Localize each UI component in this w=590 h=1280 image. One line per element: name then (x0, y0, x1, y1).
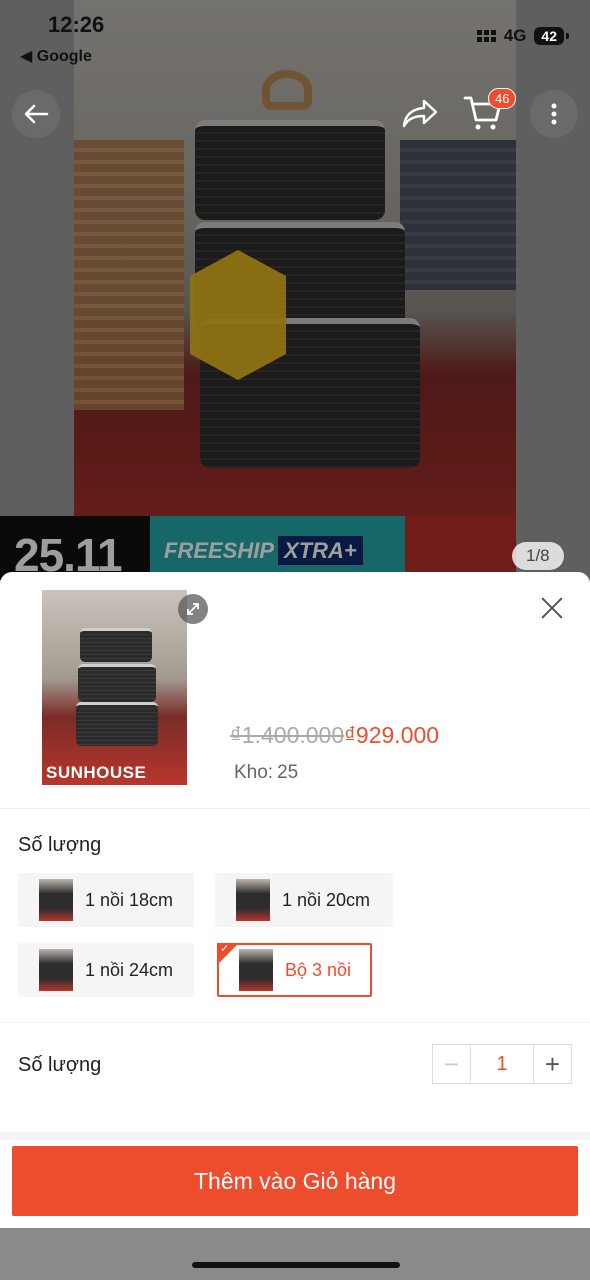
variant-thumbnail (39, 949, 73, 991)
variants-title: Số lượng (18, 834, 102, 856)
price-block: ₫1.400.000₫929.000 (230, 722, 439, 749)
variant-label: Bộ 3 nồi (285, 959, 352, 980)
expand-icon (187, 603, 199, 615)
network-type: 4G (503, 26, 527, 45)
check-icon: ✓ (220, 943, 230, 955)
variant-option-24cm[interactable]: 1 nồi 24cm (18, 943, 194, 997)
stock-value: 25 (277, 762, 299, 783)
variant-selection-sheet: SUNHOUSE ₫1.400.000₫929.000 Kho: 25 Số lư… (0, 572, 590, 1228)
variant-option-18cm[interactable]: 1 nồi 18cm (18, 873, 194, 927)
cart-count-badge: 46 (488, 88, 517, 109)
quantity-stepper: − 1 + (432, 1044, 572, 1084)
brand-label: SUNHOUSE (46, 763, 147, 782)
arrow-left-icon (24, 104, 49, 124)
sale-price: ₫929.000 (344, 722, 440, 748)
variant-option-set-of-3[interactable]: ✓ Bộ 3 nồi (217, 943, 372, 997)
share-button[interactable] (396, 90, 444, 138)
battery-icon: 42 (534, 27, 569, 45)
share-icon (402, 99, 438, 128)
back-button[interactable] (12, 90, 60, 138)
divider (0, 1022, 590, 1023)
expand-image-button[interactable] (178, 594, 208, 624)
divider (0, 808, 590, 809)
quantity-increase-button[interactable]: + (533, 1045, 571, 1083)
variant-label: 1 nồi 20cm (282, 889, 371, 910)
home-indicator[interactable] (192, 1262, 400, 1268)
back-to-app-link[interactable]: ◀ Google (20, 46, 92, 66)
stock-label: Kho: (234, 762, 274, 783)
image-counter: 1/8 (512, 542, 564, 570)
variant-thumbnail (236, 879, 270, 921)
product-thumbnail[interactable]: SUNHOUSE (42, 590, 187, 785)
quantity-title: Số lượng (18, 1054, 102, 1076)
cart-button[interactable]: 46 (462, 88, 517, 138)
variant-label: 1 nồi 24cm (85, 959, 174, 980)
product-image-gallery[interactable]: 25.11 FREESHIP XTRA+ (0, 0, 590, 580)
more-vertical-icon (551, 103, 557, 125)
quantity-decrease-button[interactable]: − (433, 1045, 471, 1083)
variant-thumbnail (239, 949, 273, 991)
variant-label: 1 nồi 18cm (85, 889, 174, 910)
add-to-cart-button[interactable]: Thêm vào Giỏ hàng (12, 1146, 578, 1216)
stock-info: Kho: 25 (230, 762, 298, 784)
divider (0, 1132, 590, 1140)
variant-option-20cm[interactable]: 1 nồi 20cm (215, 873, 393, 927)
variant-thumbnail (39, 879, 73, 921)
status-time: 12:26 (48, 12, 105, 37)
original-price: ₫1.400.000 (230, 722, 345, 748)
close-icon[interactable] (538, 594, 566, 622)
more-options-button[interactable] (530, 90, 578, 138)
quantity-value[interactable]: 1 (471, 1045, 533, 1083)
status-indicators: 4G 42 (476, 26, 569, 46)
signal-icon (476, 30, 496, 42)
dim-overlay[interactable] (0, 0, 590, 580)
